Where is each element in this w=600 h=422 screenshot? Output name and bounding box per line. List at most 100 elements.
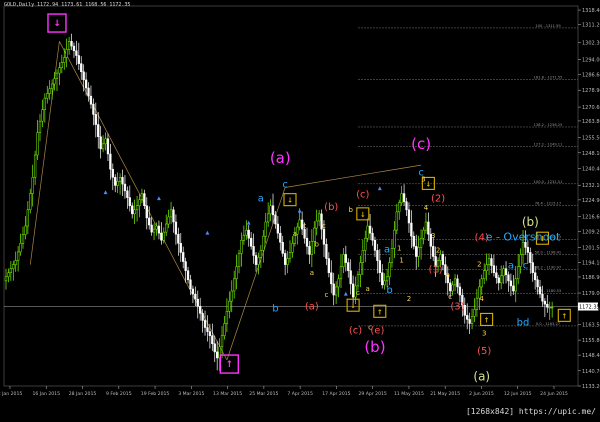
candle-body: [101, 143, 105, 150]
sub-wave-label: a: [446, 271, 450, 279]
x-tick-label: 7 Apr 2015: [287, 391, 313, 397]
fib-level-label: 127.2 - 1249.11: [534, 143, 563, 147]
candle-body: [213, 343, 216, 353]
candle-body: [534, 272, 537, 281]
candle-body: [288, 252, 292, 259]
fib-level-label: 38.2 - 1190.97: [535, 265, 561, 269]
candle-body: [385, 276, 389, 282]
candle-body: [165, 223, 168, 233]
candle-body: [126, 190, 129, 198]
y-tick-label: 1294.00: [582, 58, 600, 64]
candle-body: [29, 193, 32, 211]
candle-body: [366, 225, 369, 239]
candle-body: [451, 284, 454, 292]
candle-body: [152, 228, 156, 233]
candle-body: [262, 235, 265, 251]
candle-body: [67, 41, 71, 50]
candle-body: [322, 228, 326, 245]
fib-level-label: 100.0 - 1231.51: [534, 180, 563, 184]
candle-body: [58, 67, 61, 74]
candle-body: [466, 315, 469, 320]
candle-body: [150, 224, 153, 233]
wave-label: a: [508, 261, 514, 272]
candle-body: [220, 335, 224, 348]
candle-body: [145, 205, 148, 219]
candle-body: [174, 221, 178, 235]
x-tick-label: 19 Feb 2015: [141, 391, 170, 397]
candle-body: [160, 232, 163, 241]
candle-body: [500, 275, 503, 284]
candle-body: [415, 246, 418, 257]
sub-wave-label: 3: [482, 330, 486, 338]
arrow-up-icon: ↑: [377, 308, 383, 316]
wave-label: (b): [324, 202, 338, 213]
candle-body: [247, 229, 250, 239]
candle-body: [43, 97, 46, 110]
candle-body: [109, 153, 112, 170]
sub-wave-label: 3: [421, 175, 425, 183]
x-tick-label: 29 Apr 2015: [358, 391, 386, 397]
candle-body: [449, 282, 452, 292]
candle-body: [128, 197, 131, 206]
x-tick-label: 2 Jan 2015: [0, 391, 22, 397]
candle-body: [135, 205, 139, 211]
candle-body: [274, 214, 277, 225]
candle-body: [439, 254, 442, 261]
arrow-up-icon: ↑: [561, 312, 567, 320]
candle-body: [169, 209, 173, 218]
y-tick-label: 1318.40: [582, 8, 600, 14]
candle-body: [97, 124, 100, 137]
candle-body: [99, 136, 102, 150]
candle-body: [237, 253, 241, 267]
candle-body: [63, 57, 66, 63]
candle-body: [70, 41, 73, 47]
candle-body: [276, 223, 280, 234]
candle-body: [495, 272, 498, 279]
y-tick-label: 1286.60: [582, 73, 600, 79]
candle-body: [526, 247, 530, 253]
x-tick-label: 17 Apr 2015: [322, 391, 350, 397]
wave-trend-line: [29, 41, 60, 265]
candle-body: [519, 254, 522, 267]
price-chart[interactable]: 1318.40 1311.20 1302.30 1294.00 1286.60 1278.…: [0, 0, 600, 418]
candle-body: [325, 244, 328, 259]
candle-body: [21, 234, 25, 244]
candle-body: [468, 319, 471, 324]
candle-body: [470, 316, 474, 324]
candle-body: [41, 109, 44, 122]
y-tick-label: 1240.40: [582, 166, 600, 172]
candle-body: [283, 253, 287, 265]
sub-wave-label: b: [348, 206, 353, 214]
arrow-up-icon: ↑: [484, 316, 490, 324]
wave-label: (2): [431, 194, 445, 205]
candle-body: [517, 266, 520, 280]
candle-body: [475, 297, 479, 310]
y-tick-label: 1302.30: [582, 41, 600, 47]
candle-body: [286, 258, 289, 265]
candle-body: [201, 313, 204, 321]
candle-body: [77, 55, 80, 64]
candle-body: [50, 83, 54, 89]
candle-body: [427, 221, 430, 235]
sub-wave-label: c: [322, 222, 326, 230]
candle-body: [264, 221, 267, 237]
candle-body: [298, 219, 301, 228]
candle-body: [114, 177, 117, 186]
y-tick-label: 1311.20: [582, 23, 600, 29]
candle-body: [46, 93, 49, 99]
candle-body: [531, 262, 534, 273]
x-tick-label: 16 Jan 2015: [32, 391, 60, 397]
candle-body: [422, 229, 425, 239]
sub-wave-label: c: [324, 291, 328, 299]
candle-body: [400, 193, 403, 203]
candle-body: [543, 300, 547, 305]
candle-body: [546, 303, 549, 308]
candle-body: [502, 268, 505, 277]
arrow-up-icon: ↑: [226, 360, 234, 370]
wave-label: (b): [364, 338, 385, 356]
candle-body: [162, 231, 165, 241]
candle-body: [12, 264, 15, 269]
sub-wave-label: c: [356, 289, 360, 297]
candle-body: [26, 209, 29, 227]
candle-body: [303, 228, 306, 239]
